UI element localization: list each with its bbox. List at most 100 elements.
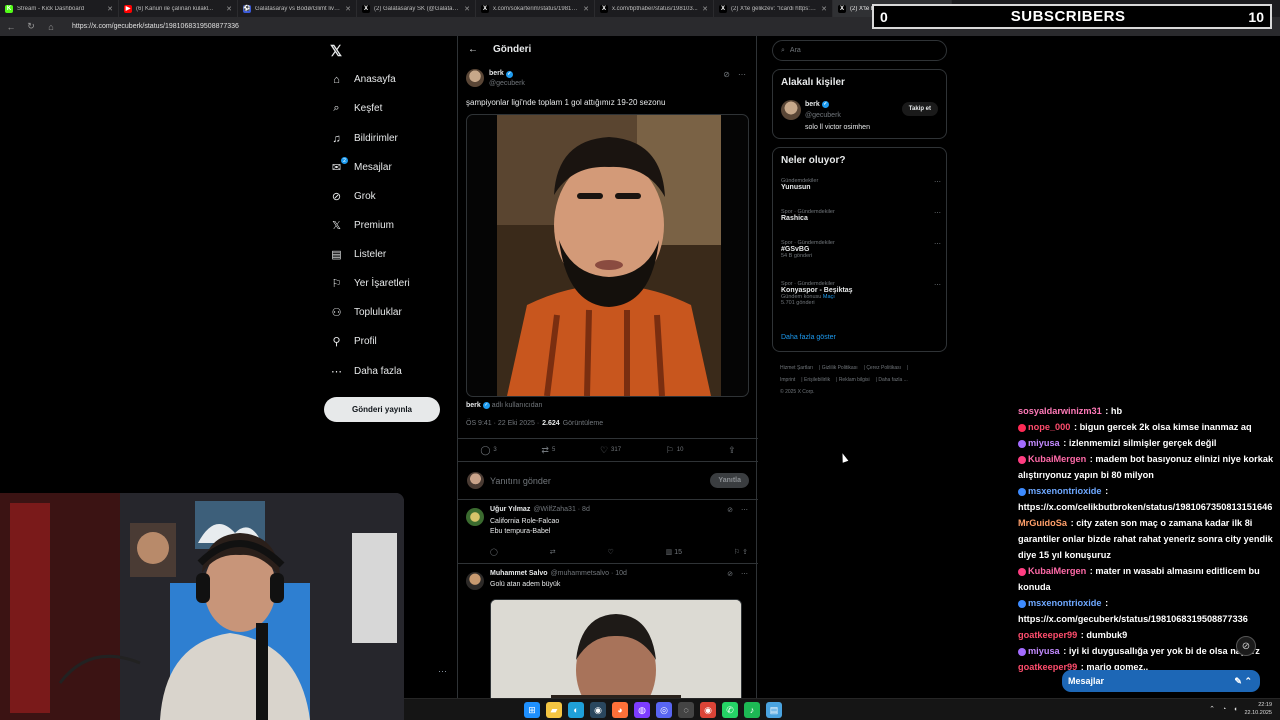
volume-icon[interactable]: ◖ [1233,706,1237,713]
discord-icon[interactable]: ◎ [656,702,672,718]
tab-close-icon[interactable]: ✕ [107,5,113,13]
file-explorer-icon[interactable]: ▰ [546,702,562,718]
views-action[interactable]: ▥ 15 [666,548,682,556]
chat-username[interactable]: goatkeeper99 [1018,630,1077,640]
reply-input[interactable]: Yanıtını gönder [490,476,704,486]
messages-drawer[interactable]: Mesajlar ✎ ⌃ [1062,670,1260,692]
repost-action[interactable]: ⇄ 5 [541,445,555,456]
spotify-like-icon[interactable]: ◍ [634,702,650,718]
grok-explain-icon[interactable]: ⊘ [723,70,730,79]
back-arrow-icon[interactable]: ← [468,44,478,55]
grok-explain-icon[interactable]: ⊘ [727,506,733,514]
whatsapp-icon[interactable]: ✆ [722,702,738,718]
windows-start-icon[interactable]: ⊞ [524,702,540,718]
trend-more-icon[interactable]: ⋯ [934,209,941,217]
nav-item-grok[interactable]: ⊘ Grok [330,190,376,203]
bookmark-icon[interactable]: ⚐ ⇪ [734,548,748,556]
avatar[interactable] [466,572,484,590]
show-more-link[interactable]: Daha fazla göster [781,334,836,341]
tweet-time[interactable]: ÖS 9:41 · 22 Eki 2025 · [466,420,539,427]
chat-username[interactable]: miyusa [1028,646,1060,656]
share-action[interactable]: ⇪ [728,445,736,456]
chat-username[interactable]: msxenontrioxide [1028,486,1102,496]
footer-link[interactable]: Çerez Politikası [866,365,901,371]
reply-author-name[interactable]: Uğur Yılmaz [490,506,530,513]
home-browser-icon[interactable]: ⌂ [46,22,56,32]
steam-icon[interactable]: ◉ [590,702,606,718]
tweet-video[interactable] [466,114,749,397]
compose-icon[interactable]: ✎ ⌃ [1234,676,1252,687]
footer-link[interactable]: Reklam bilgisi [839,377,870,383]
footer-link[interactable]: Gizlilik Politikası [822,365,858,371]
network-icon[interactable]: ◔ [1222,706,1226,713]
nav-item-search[interactable]: ⌕ Keşfet [330,102,382,115]
chrome-icon[interactable]: ◉ [700,702,716,718]
like-action[interactable]: ♡ 317 [600,445,621,456]
browser-tab[interactable]: K Stream - Kick Dashboard ✕ [0,0,119,17]
account-more-icon[interactable]: ⋯ [438,666,447,677]
spotify-icon[interactable]: ♪ [744,702,760,718]
avatar[interactable] [466,69,484,87]
tweet-author[interactable]: berk ✓ @gecuberk [466,69,525,89]
clock[interactable]: 22:19 22.10.2025 [1244,701,1272,717]
reply-button[interactable]: Yanıtla [710,473,749,488]
bookmark-action[interactable]: ⚐ 10 [666,445,684,456]
tab-close-icon[interactable]: ✕ [345,5,351,13]
repost-icon[interactable]: ⇄ [550,548,556,556]
grok-explain-icon[interactable]: ⊘ [727,570,733,578]
notepad-icon[interactable]: ▤ [766,702,782,718]
trend-more-icon[interactable]: ⋯ [934,240,941,248]
grok-floating-icon[interactable]: ⊘ [1236,636,1256,656]
chat-username[interactable]: miyusa [1028,438,1060,448]
post-button[interactable]: Gönderi yayınla [324,397,440,422]
nav-item-x-premium[interactable]: 𝕏 Premium [330,219,394,232]
heart-icon[interactable]: ♡ [607,548,613,556]
related-name[interactable]: berk [805,101,820,108]
search-input[interactable]: ⌕ Ara [772,40,947,61]
back-icon[interactable]: ← [6,22,16,32]
chat-username[interactable]: msxenontrioxide [1028,598,1102,608]
tab-close-icon[interactable]: ✕ [226,5,232,13]
trend-topic-link[interactable]: Maçı [823,294,835,300]
reply-icon[interactable]: ◯ [490,548,498,556]
url-field[interactable]: https://x.com/gecuberk/status/1981068319… [72,23,239,30]
x-logo-icon[interactable]: 𝕏 [330,42,342,60]
chat-username[interactable]: sosyaldarwinizm31 [1018,406,1102,416]
browser-tab[interactable]: Xx.com/bpthaber/status/198103... ✕ [595,0,714,17]
browser-tab[interactable]: ⚽ Galatasaray vs Bodø/Glimt live s... ✕ [238,0,357,17]
trend-more-icon[interactable]: ⋯ [934,281,941,289]
attribution-name[interactable]: berk [466,402,481,409]
chat-username[interactable]: nope_000 [1028,422,1070,432]
trend-item[interactable]: Spor · Gündemdekiler Rashica ⋯ [781,209,941,222]
reply-more-icon[interactable]: ⋯ [741,506,748,514]
footer-link[interactable]: Hizmet Şartları [780,365,813,371]
edge-icon[interactable]: ◐ [568,702,584,718]
trend-more-icon[interactable]: ⋯ [934,178,941,186]
trend-item[interactable]: Spor · Gündemdekiler #GSvBG 54 B gönderi… [781,240,941,259]
nav-item-home[interactable]: ⌂ Anasayfa [330,73,396,86]
reply-more-icon[interactable]: ⋯ [741,570,748,578]
chat-username[interactable]: MrGuidoSa [1018,518,1067,528]
browser-tab[interactable]: X (2) Galatasaray SK (@Galatasaray... ✕ [357,0,476,17]
chat-username[interactable]: KubaiMergen [1028,454,1086,464]
reply-item[interactable]: Uğur Yılmaz @WilfZaha31 · 8d ⊘ ⋯ Californi… [458,500,758,564]
footer-link[interactable]: Erişilebilirlik [804,377,830,383]
tab-close-icon[interactable]: ✕ [583,5,589,13]
footer-link[interactable]: Daha fazla ... [878,377,907,383]
reload-icon[interactable]: ↻ [26,21,36,32]
firefox-icon[interactable]: ◕ [612,702,628,718]
browser-tab[interactable]: Xx.com/sokarterim/status/198105... ✕ [476,0,595,17]
tab-close-icon[interactable]: ✕ [702,5,708,13]
nav-item-person[interactable]: ⚲ Profil [330,335,376,348]
reply-video[interactable] [490,599,742,709]
reply-author-name[interactable]: Muhammet Salvo [490,570,548,577]
footer-link[interactable]: Imprint [780,377,795,383]
obs-icon[interactable]: ◌ [678,702,694,718]
trend-item[interactable]: Gündemdekiler Yunusun ⋯ [781,178,941,191]
nav-item-list[interactable]: ▤ Listeler [330,248,386,261]
reply-action[interactable]: ◯ 3 [480,445,496,456]
reply-item[interactable]: Muhammet Salvo @muhammetsalvo · 10d ⊘ ⋯ Go… [458,564,758,720]
chat-username[interactable]: KubaiMergen [1028,566,1086,576]
tab-close-icon[interactable]: ✕ [821,5,827,13]
nav-item-people[interactable]: ⚇ Topluluklar [330,306,402,319]
